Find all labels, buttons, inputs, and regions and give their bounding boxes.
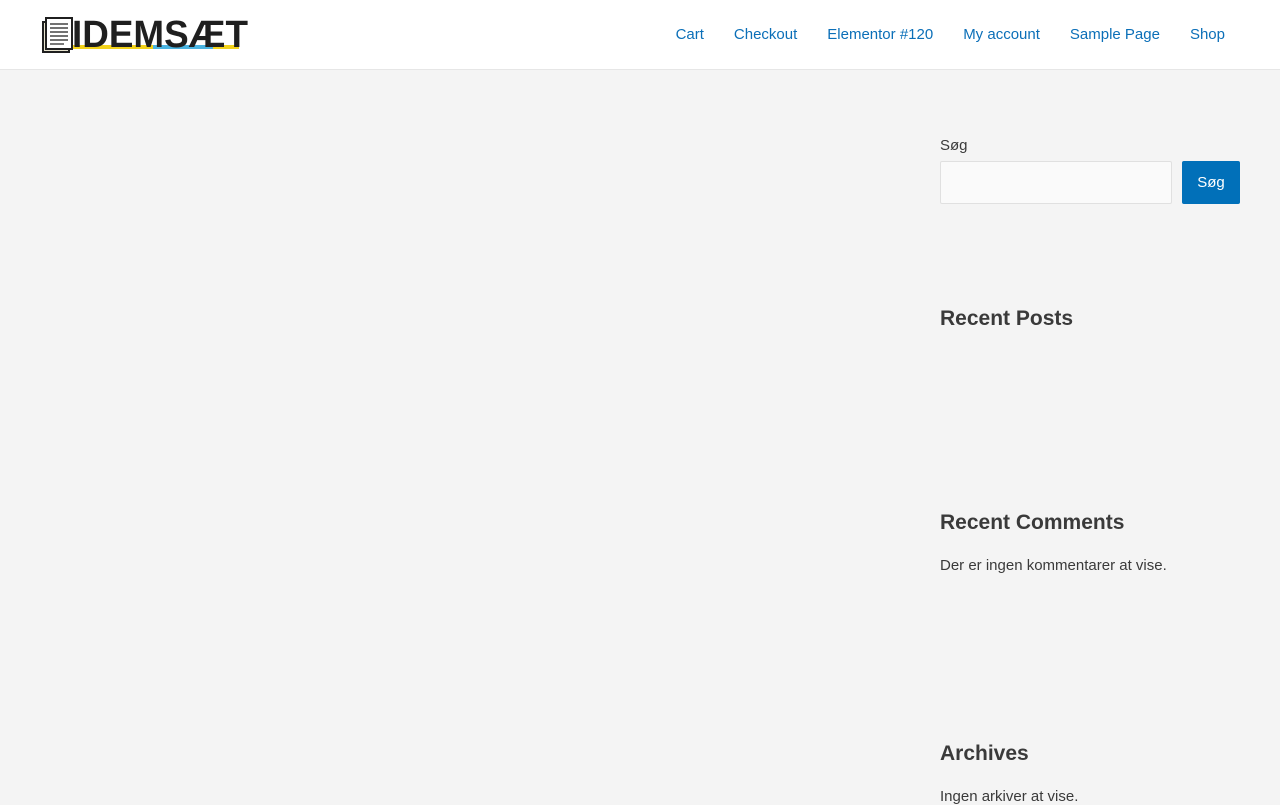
notepad-icon: IDEMSÆT bbox=[42, 14, 248, 54]
recent-comments-title: Recent Comments bbox=[940, 511, 1125, 534]
main-navigation: Cart Checkout Elementor #120 My account … bbox=[661, 0, 1240, 70]
nav-item-cart[interactable]: Cart bbox=[661, 0, 719, 70]
site-header: IDEMSÆT Cart Checkout Elementor #120 My … bbox=[0, 0, 1280, 70]
archives-title: Archives bbox=[940, 742, 1029, 765]
nav-item-my-account[interactable]: My account bbox=[948, 0, 1055, 70]
logo-wordmark: IDEMSÆT bbox=[72, 14, 248, 54]
search-label: Søg bbox=[940, 137, 968, 154]
nav-item-checkout[interactable]: Checkout bbox=[719, 0, 812, 70]
nav-item-sample-page[interactable]: Sample Page bbox=[1055, 0, 1175, 70]
search-input[interactable] bbox=[940, 161, 1172, 204]
nav-item-shop[interactable]: Shop bbox=[1175, 0, 1240, 70]
recent-posts-title: Recent Posts bbox=[940, 307, 1074, 330]
recent-comments-empty-text: Der er ingen kommentarer at vise. bbox=[940, 557, 1167, 574]
search-button[interactable]: Søg bbox=[1182, 161, 1240, 204]
nav-item-elementor-120[interactable]: Elementor #120 bbox=[812, 0, 948, 70]
archives-empty-text: Ingen arkiver at vise. bbox=[940, 788, 1079, 805]
site-logo[interactable]: IDEMSÆT bbox=[40, 14, 250, 54]
